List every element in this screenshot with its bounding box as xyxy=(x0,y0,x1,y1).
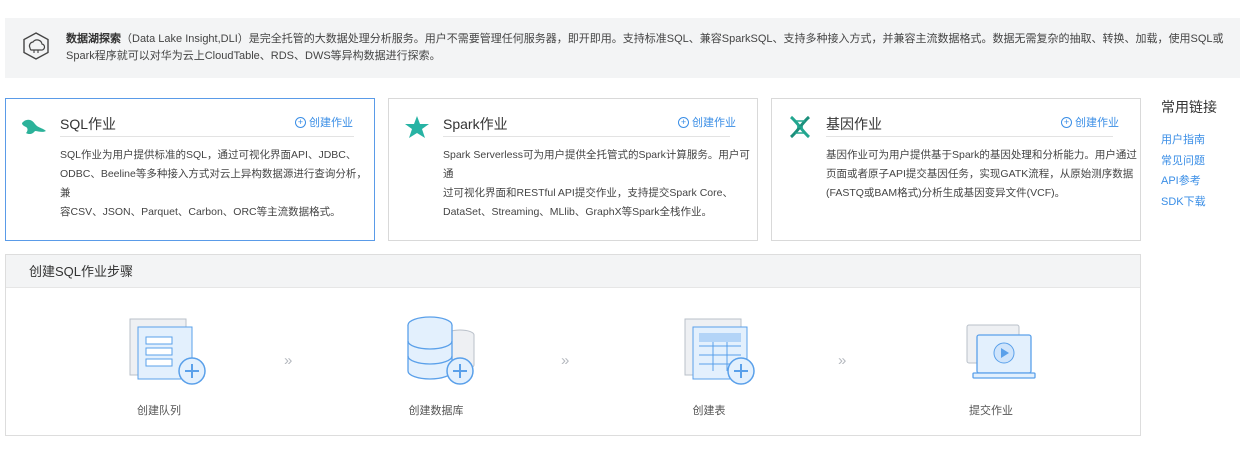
desc-line: 页面或者原子API提交基因任务，实现GATK流程，从原始测序数据 xyxy=(826,168,1134,180)
intro-description: （Data Lake Insight,DLI）是完全托管的大数据处理分析服务。用… xyxy=(66,33,1224,62)
step-label: 提交作业 xyxy=(969,405,1013,417)
database-icon xyxy=(407,316,475,385)
common-links-title: 常用链接 xyxy=(1161,99,1217,115)
desc-line: Spark Serverless可为用户提供全托管式的Spark计算服务。用户可… xyxy=(443,149,750,180)
intro-text: 数据湖探索（Data Lake Insight,DLI）是完全托管的大数据处理分… xyxy=(66,31,1231,65)
sql-job-icon xyxy=(22,119,46,135)
arrow-icon: » xyxy=(284,352,293,369)
spark-star-icon xyxy=(405,116,429,138)
step-create-table[interactable] xyxy=(671,313,771,388)
dli-logo-icon xyxy=(23,32,49,60)
link-sdk-download[interactable]: SDK下载 xyxy=(1161,193,1206,209)
spark-create-job-label: 创建作业 xyxy=(692,117,736,129)
link-user-guide[interactable]: 用户指南 xyxy=(1161,131,1205,147)
plus-circle-icon: + xyxy=(1061,116,1072,128)
intro-product-name: 数据湖探索 xyxy=(66,33,121,45)
desc-line: 基因作业可为用户提供基于Spark的基因处理和分析能力。用户通过 xyxy=(826,149,1137,161)
dna-icon xyxy=(789,115,811,139)
step-create-database[interactable] xyxy=(390,313,490,388)
desc-line: DataSet、Streaming、MLlib、GraphX等Spark全栈作业… xyxy=(443,206,713,218)
spark-job-title: Spark作业 xyxy=(443,116,508,132)
plus-circle-icon: + xyxy=(295,116,306,128)
step-label: 创建队列 xyxy=(137,405,181,417)
plus-circle-icon: + xyxy=(678,116,689,128)
intro-banner: 数据湖探索（Data Lake Insight,DLI）是完全托管的大数据处理分… xyxy=(5,18,1240,78)
card-divider xyxy=(826,136,1113,137)
card-divider xyxy=(443,136,730,137)
sql-job-title: SQL作业 xyxy=(60,116,117,132)
gene-job-title: 基因作业 xyxy=(826,116,882,132)
step-create-queue[interactable] xyxy=(116,313,216,388)
spark-job-card[interactable]: Spark作业 + 创建作业 Spark Serverless可为用户提供全托管… xyxy=(388,98,758,241)
step-label: 创建表 xyxy=(692,405,726,417)
spark-create-job-link[interactable]: + 创建作业 xyxy=(678,114,736,130)
desc-line: (FASTQ或BAM格式)分析生成基因变异文件(VCF)。 xyxy=(826,187,1066,199)
arrow-icon: » xyxy=(561,352,570,369)
desc-line: SQL作业为用户提供标准的SQL，通过可视化界面API、JDBC、 xyxy=(60,149,357,161)
steps-title: 创建SQL作业步骤 xyxy=(6,255,1140,288)
gene-job-description: 基因作业可为用户提供基于Spark的基因处理和分析能力。用户通过 页面或者原子A… xyxy=(826,146,1137,203)
gene-create-job-link[interactable]: + 创建作业 xyxy=(1061,114,1119,130)
gene-job-card[interactable]: 基因作业 + 创建作业 基因作业可为用户提供基于Spark的基因处理和分析能力。… xyxy=(771,98,1141,241)
gene-create-job-label: 创建作业 xyxy=(1075,117,1119,129)
link-faq[interactable]: 常见问题 xyxy=(1161,152,1205,168)
arrow-icon: » xyxy=(838,352,847,369)
card-divider xyxy=(60,136,354,137)
desc-line: ODBC、Beeline等多种接入方式对云上异构数据源进行查询分析，兼 xyxy=(60,168,367,199)
sql-job-description: SQL作业为用户提供标准的SQL，通过可视化界面API、JDBC、 ODBC、B… xyxy=(60,146,374,222)
desc-line: 容CSV、JSON、Parquet、Carbon、ORC等主流数据格式。 xyxy=(60,206,341,218)
queue-icon xyxy=(129,318,206,385)
submit-job-icon xyxy=(966,324,1036,379)
sql-job-card[interactable]: SQL作业 + 创建作业 SQL作业为用户提供标准的SQL，通过可视化界面API… xyxy=(5,98,375,241)
sql-create-job-label: 创建作业 xyxy=(309,117,353,129)
spark-job-description: Spark Serverless可为用户提供全托管式的Spark计算服务。用户可… xyxy=(443,146,757,222)
desc-line: 过可视化界面和RESTful API提交作业，支持提交Spark Core、 xyxy=(443,187,733,199)
step-submit-job[interactable] xyxy=(951,313,1051,388)
create-sql-steps-panel: 创建SQL作业步骤 创建队列 » 创建数据库 » 创建表 » 提交作业 xyxy=(5,254,1141,436)
sql-create-job-link[interactable]: + 创建作业 xyxy=(295,114,353,130)
link-api-reference[interactable]: API参考 xyxy=(1161,172,1201,188)
step-label: 创建数据库 xyxy=(408,405,464,417)
table-icon xyxy=(684,318,755,385)
